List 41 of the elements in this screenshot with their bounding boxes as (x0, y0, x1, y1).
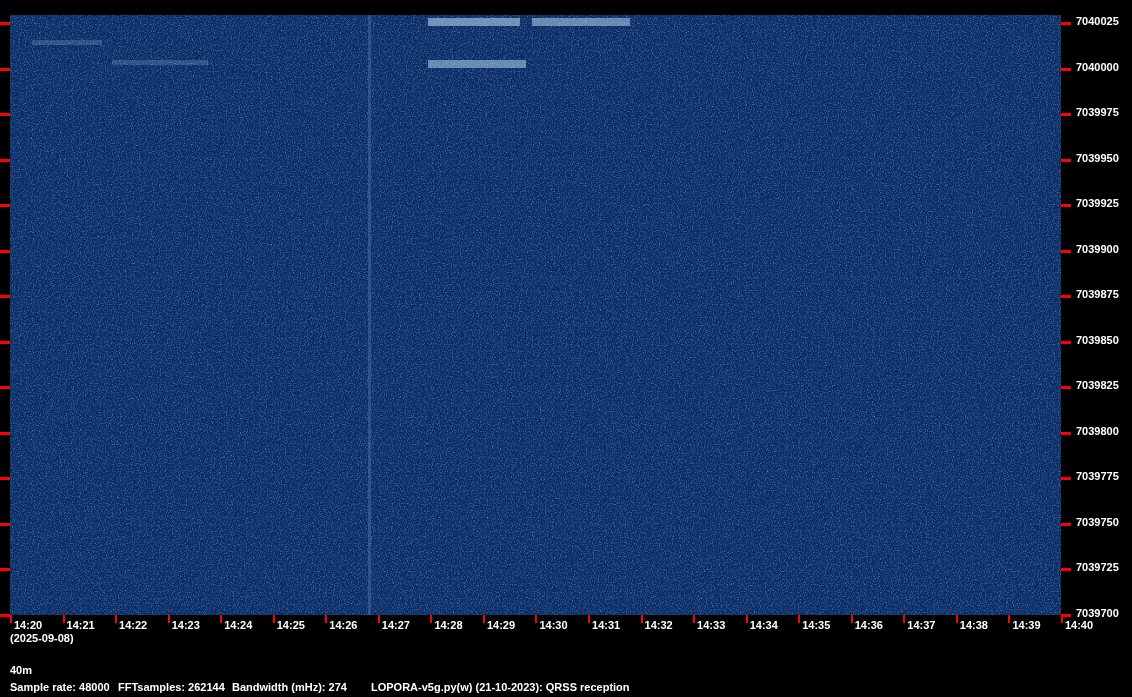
time-label: 14:33 (697, 619, 726, 632)
time-label: 14:20 (14, 619, 43, 632)
info-text: Sample rate: 48000 (10, 681, 111, 694)
time-label: 14:37 (907, 619, 936, 632)
time-label: 14:31 (592, 619, 621, 632)
time-label: 14:27 (381, 619, 410, 632)
time-label: 14:39 (1012, 619, 1041, 632)
frequency-label: 7039700 (1076, 606, 1119, 620)
time-label: 14:22 (119, 619, 148, 632)
time-label: 14:28 (434, 619, 463, 632)
time-label: 14:36 (854, 619, 883, 632)
time-label: 14:30 (539, 619, 568, 632)
frequency-label: 7040025 (1076, 15, 1119, 28)
band-label: 40m (10, 664, 33, 677)
time-label: 14:25 (276, 619, 305, 632)
frequency-label: 7039875 (1076, 288, 1119, 301)
time-label: 14:24 (224, 619, 253, 632)
time-label: 14:26 (329, 619, 358, 632)
frequency-label: 7039850 (1076, 333, 1119, 347)
time-label: 14:35 (802, 619, 831, 632)
time-label: 14:29 (486, 619, 516, 632)
frequency-label: 7039725 (1076, 561, 1119, 574)
time-label: 14:32 (644, 619, 673, 632)
info-text: LOPORA-v5g.py(w) (21-10-2023): QRSS reception (371, 681, 631, 694)
info-text: FFTsamples: 262144 (118, 681, 226, 694)
frequency-label: 7039800 (1076, 424, 1119, 438)
time-label: 14:38 (959, 619, 988, 632)
time-label: 14:23 (171, 619, 200, 632)
frequency-label: 7039750 (1076, 515, 1119, 529)
frequency-label: 7039975 (1076, 106, 1119, 119)
frequency-label: 7039950 (1076, 151, 1119, 165)
time-label: 14:21 (66, 619, 95, 632)
frequency-label: 7039825 (1076, 379, 1119, 392)
time-label: 14:40 (1064, 619, 1094, 632)
info-text: Bandwidth (mHz): 274 (232, 681, 348, 694)
frequency-label: 7040000 (1076, 60, 1119, 74)
frequency-label: 7039900 (1076, 242, 1119, 256)
frequency-label: 7039925 (1076, 197, 1119, 210)
date-label: (2025-09-08) (10, 632, 74, 645)
frequency-label: 7039775 (1076, 470, 1119, 483)
time-label: 14:34 (749, 619, 778, 632)
